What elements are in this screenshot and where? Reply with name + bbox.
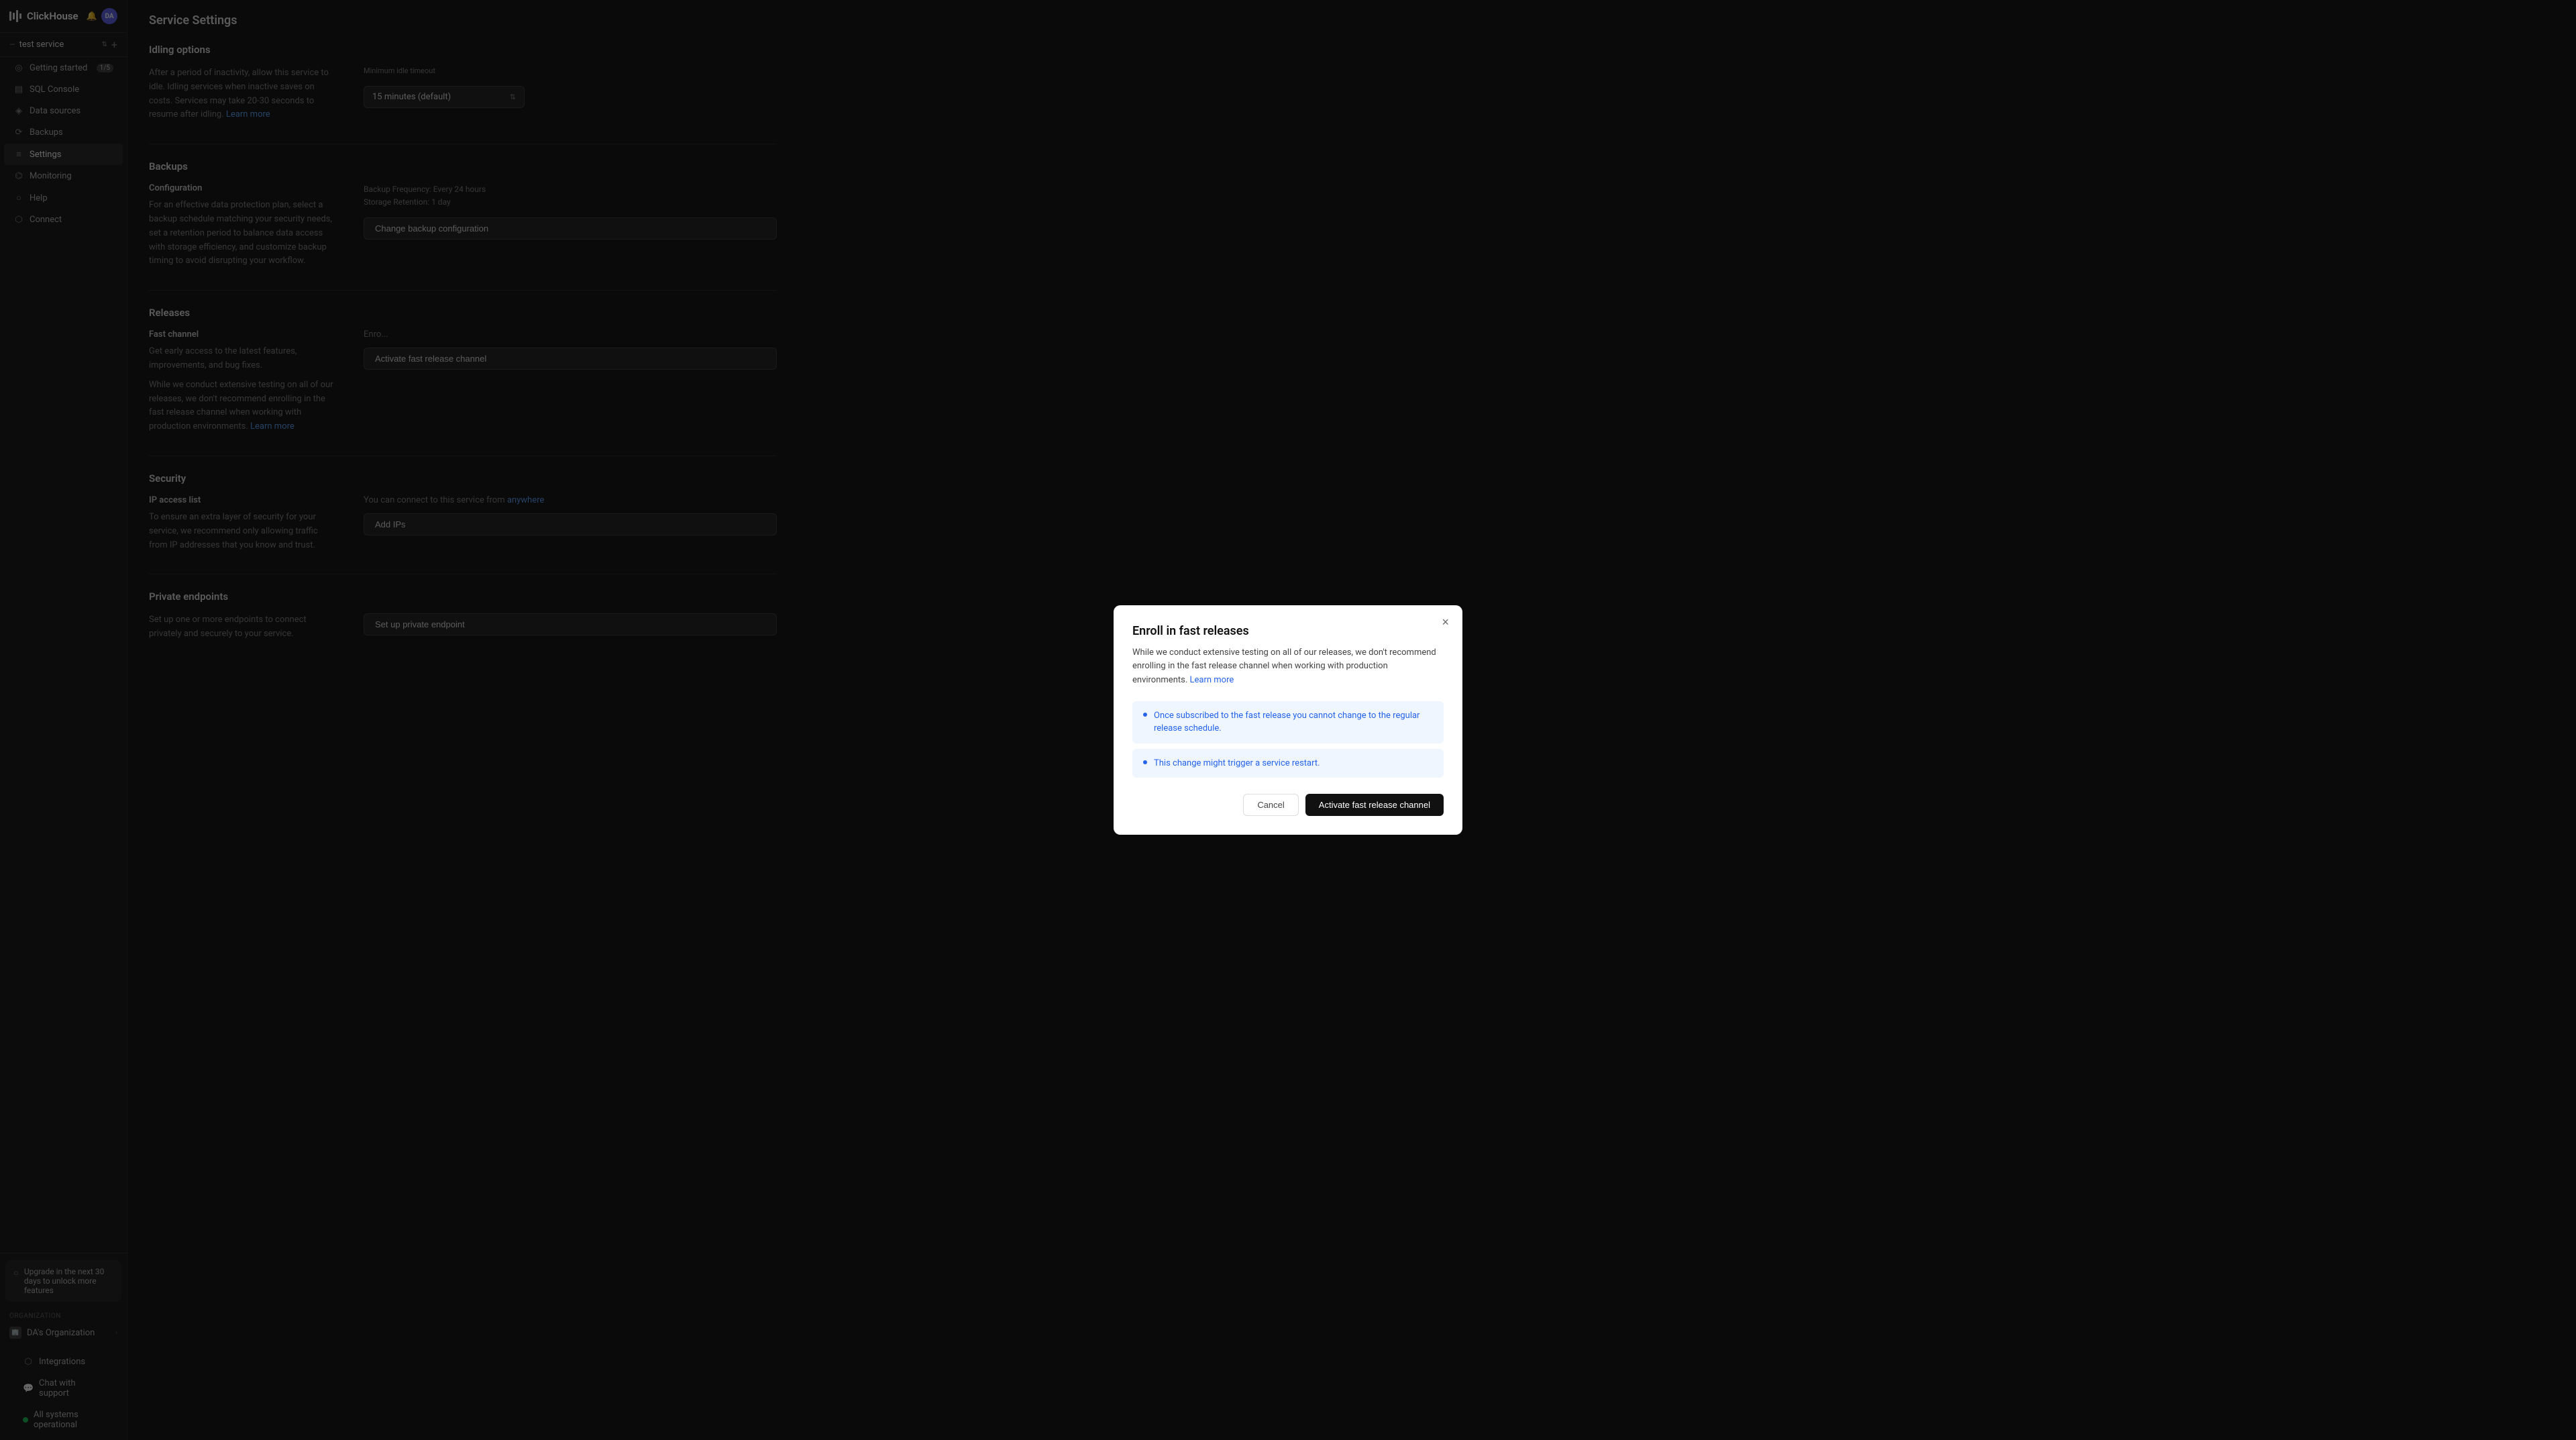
modal-actions: Cancel Activate fast release channel: [1132, 794, 1444, 816]
warning-item-1: This change might trigger a service rest…: [1132, 749, 1444, 778]
modal-desc: While we conduct extensive testing on al…: [1132, 646, 1444, 688]
modal-title: Enroll in fast releases: [1132, 624, 1444, 638]
enroll-modal: Enroll in fast releases While we conduct…: [1114, 605, 1462, 835]
modal-confirm-button[interactable]: Activate fast release channel: [1305, 794, 1444, 816]
modal-close-button[interactable]: ×: [1442, 616, 1449, 628]
modal-overlay: Enroll in fast releases While we conduct…: [0, 0, 2576, 1440]
warning-bullet-icon: [1143, 713, 1147, 717]
warning-text-1: This change might trigger a service rest…: [1154, 757, 1320, 770]
modal-cancel-button[interactable]: Cancel: [1243, 794, 1298, 816]
warning-bullet-2-icon: [1143, 760, 1147, 764]
warning-text-0: Once subscribed to the fast release you …: [1154, 709, 1433, 735]
warning-item-0: Once subscribed to the fast release you …: [1132, 701, 1444, 743]
modal-learn-more-link[interactable]: Learn more: [1190, 675, 1234, 685]
